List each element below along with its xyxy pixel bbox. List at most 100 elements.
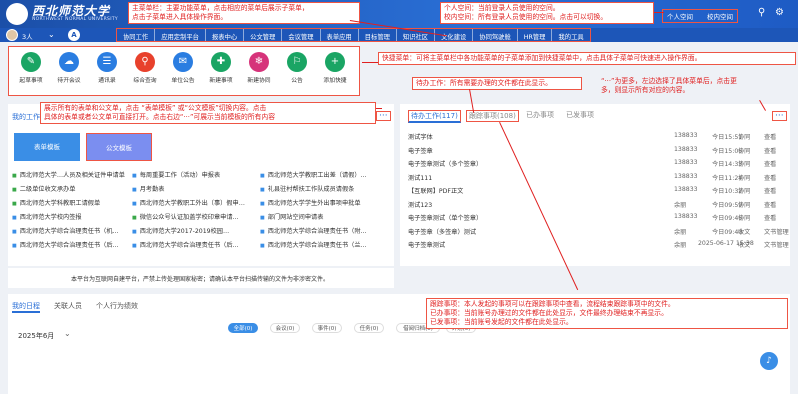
quick-item-announce[interactable]: ⚐ 公告 [277, 52, 317, 84]
quick-item-search[interactable]: ⚲ 综合查询 [125, 52, 165, 84]
quick-item-contacts[interactable]: ☰ 通讯录 [87, 52, 127, 84]
chevron-down-icon[interactable]: ⌄ [64, 329, 71, 338]
todo-row[interactable]: 测试111 138833 今日11:24 协同 查看 [408, 171, 786, 185]
form-item[interactable]: 礼县驻村帮扶工作队成员请假条 [260, 184, 378, 193]
annotation-line: 已发事项：当前账号发起的文件都在此处显示。 [430, 318, 573, 326]
form-item[interactable]: 西北师范大学学生外出事项申批单 [260, 198, 378, 207]
form-item[interactable]: 西北师范大学教职工出差（请假）… [260, 170, 378, 179]
filter-all[interactable]: 全部(0) [228, 323, 258, 333]
todo-row[interactable]: 电子签章测试 余丽 2025-06-17 15:38 收文 文书管理 [408, 238, 789, 252]
security-notice: 本平台为互联网自建平台，严禁上传处理国家秘密；请确认本平台扫描传输的文件为非涉密… [70, 276, 329, 283]
quick-item-draft[interactable]: ✎ 起草事项 [11, 52, 51, 84]
todo-title[interactable]: 测试字体 [408, 132, 433, 141]
todo-sender: 138833 [674, 213, 698, 220]
todo-row[interactable]: 测试字体 138833 今日15:51 协同 查看 [408, 130, 786, 144]
todo-title[interactable]: 【互联网】PDF正文 [408, 186, 463, 195]
menu-item[interactable]: 表单应用 [321, 29, 359, 41]
todo-title[interactable]: 电子签章（多签章）测试 [408, 227, 476, 236]
menu-item[interactable]: 公文管理 [244, 29, 283, 41]
annotation-line: 多，则显示所有对应的内容。 [601, 86, 690, 94]
form-item[interactable]: 每周重要工作（活动）申报表 [132, 170, 250, 179]
todo-type: 协同 [738, 174, 751, 182]
form-item[interactable]: 西北师范大学综合治理责任书（后… [12, 240, 130, 249]
todo-category: 查看 [764, 161, 777, 168]
annotation-quick: 快捷菜单：可将主菜单栏中各功能菜单的子菜单添加到快捷菜单中，点击具体子菜单可快速… [378, 52, 796, 65]
filter-meeting[interactable]: 会议(0) [270, 323, 300, 333]
todo-row[interactable]: 电子签章测试（单个签章） 138833 今日09:46 协同 查看 [408, 211, 786, 225]
contacts-icon: ☰ [97, 52, 117, 72]
edit-icon: ✎ [21, 52, 41, 72]
quick-item-label: 综合查询 [133, 78, 157, 84]
tab-sent[interactable]: 已发事项 [566, 110, 594, 120]
form-item[interactable]: 西北师范大学综合治理责任书（后… [132, 240, 250, 249]
tab-todo[interactable]: 待办工作(117) [408, 110, 461, 123]
todo-type: 协同 [738, 134, 751, 141]
search-icon[interactable]: ⚲ [758, 7, 765, 18]
todo-row[interactable]: 测试123 余丽 今日09:59 协同 查看 [408, 198, 786, 212]
form-item[interactable]: 西北师范大学科教职工请假单 [12, 198, 130, 207]
form-item[interactable]: 微信公众号认证加盖学校印章申请… [132, 212, 250, 221]
form-item[interactable]: 西北师范大学综合治理责任书（兰… [260, 240, 378, 249]
todo-row[interactable]: 【互联网】PDF正文 138833 今日10:32 协同 查看 [408, 184, 786, 198]
notification-icon[interactable]: ♪ [760, 352, 778, 370]
todo-title[interactable]: 测试111 [408, 173, 432, 182]
tab-doc-template[interactable]: 公文模板 [86, 133, 152, 161]
tab-my-schedule[interactable]: 我的日程 [12, 301, 40, 313]
avatar[interactable] [6, 29, 18, 41]
form-item[interactable]: 部门网站空间申请表 [260, 212, 378, 221]
todo-sender: 余丽 [674, 242, 687, 249]
form-item[interactable]: 西北师范大学2017-2019校园… [132, 226, 250, 235]
menu-item[interactable]: 会议管理 [282, 29, 321, 41]
todo-title[interactable]: 电子签章测试 [408, 240, 445, 249]
todo-title[interactable]: 测试123 [408, 200, 432, 209]
search-icon: ⚲ [135, 52, 155, 72]
menu-item[interactable]: HR管理 [518, 29, 553, 41]
quick-item-new-item[interactable]: ✚ 新建事项 [201, 52, 241, 84]
todo-category: 文书管理 [764, 242, 789, 249]
font-size-button[interactable]: A [68, 29, 80, 41]
todo-row[interactable]: 电子签章（多签章）测试 余丽 今日09:40 收文 文书管理 [408, 225, 789, 239]
tab-form-template[interactable]: 表单模板 [14, 133, 80, 161]
personal-space-link[interactable]: 个人空间 [667, 11, 693, 21]
todo-more-button[interactable]: ··· [772, 111, 787, 121]
my-work-title[interactable]: 我的工作 [12, 112, 40, 122]
menu-item[interactable]: 协同驾驶舱 [473, 29, 518, 41]
menu-item[interactable]: 应用定制平台 [155, 29, 206, 41]
annotation-forms: 展示所有的表单和公文单，点击 “表单模板” 或“公文模板”切换内容。点击 具体的… [40, 102, 376, 124]
form-item[interactable]: 二级单位收文承办单 [12, 184, 130, 193]
form-item[interactable]: 西北师范大学教职工外出（事）假申… [132, 198, 250, 207]
todo-type: 协同 [738, 201, 751, 209]
menu-item[interactable]: 报表中心 [206, 29, 245, 41]
todo-title[interactable]: 电子签章测试（多个签章） [408, 159, 482, 168]
tab-related-people[interactable]: 关联人员 [54, 301, 82, 311]
chevron-down-icon[interactable]: ⌄ [48, 30, 55, 39]
online-user-count[interactable]: 3人 [22, 31, 33, 41]
form-item[interactable]: 西北师范大学校内签报 [12, 212, 130, 221]
todo-row[interactable]: 电子签章 138833 今日15:06 协同 查看 [408, 144, 786, 158]
annotation-line: 个人空间：当前登录人员使用的空间。 [444, 4, 560, 12]
calendar-month: 2025年6月 [18, 332, 55, 340]
forms-more-button[interactable]: ··· [376, 111, 391, 121]
quick-item-meeting[interactable]: ☁ 待开会议 [49, 52, 89, 84]
gear-icon[interactable]: ⚙ [775, 7, 784, 18]
filter-event[interactable]: 事件(0) [312, 323, 342, 333]
filter-task[interactable]: 任务(0) [354, 323, 384, 333]
todo-title[interactable]: 电子签章 [408, 146, 433, 155]
menu-item[interactable]: 目标管理 [359, 29, 397, 41]
annotation-more: “···”为更多，左边选择了具体菜单后，点击更 多，则显示所有对应的内容。 [598, 76, 788, 96]
menu-item[interactable]: 我的工具 [552, 29, 589, 41]
quick-item-unit-notice[interactable]: ✉ 单位公告 [163, 52, 203, 84]
form-item[interactable]: 西北师范大学…人员及相关证件申请单 [12, 170, 130, 179]
todo-title[interactable]: 电子签章测试（单个签章） [408, 213, 482, 222]
tab-performance[interactable]: 个人行为绩效 [96, 301, 138, 311]
todo-row[interactable]: 电子签章测试（多个签章） 138833 今日14:33 协同 查看 [408, 157, 786, 171]
form-item[interactable]: 西北师范大学综合治理责任书（机… [12, 226, 130, 235]
form-item[interactable]: 月考勤表 [132, 184, 250, 193]
tab-done[interactable]: 已办事项 [526, 110, 554, 120]
quick-item-add[interactable]: + 添加快捷 [315, 52, 355, 84]
menu-item[interactable]: 协同工作 [117, 29, 156, 41]
quick-item-label: 添加快捷 [323, 78, 347, 84]
form-item[interactable]: 西北师范大学综合治理责任书（附… [260, 226, 378, 235]
school-space-link[interactable]: 校内空间 [707, 11, 733, 21]
quick-item-new-collab[interactable]: ❄ 新建协同 [239, 52, 279, 84]
